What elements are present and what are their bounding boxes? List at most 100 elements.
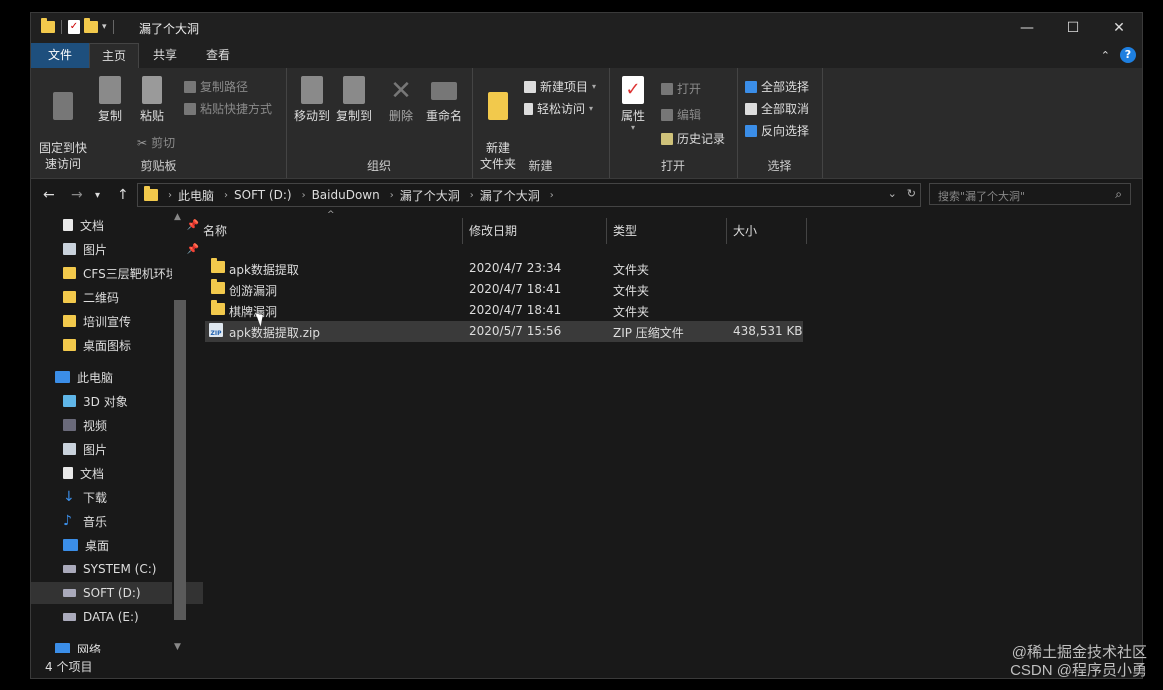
easy-access-button[interactable]: 轻松访问 ▾ bbox=[524, 100, 593, 117]
copy-path-icon bbox=[184, 80, 196, 93]
move-to-button[interactable]: 移动到 bbox=[292, 76, 332, 124]
file-row[interactable]: 棋牌漏洞 2020/4/7 18:41 文件夹 bbox=[205, 300, 803, 321]
file-row[interactable]: 创游漏洞 2020/4/7 18:41 文件夹 bbox=[205, 279, 803, 300]
watermark-line-2: CSDN @程序员小勇 bbox=[1010, 662, 1147, 679]
file-type: 文件夹 bbox=[613, 305, 650, 319]
paste-shortcut-icon bbox=[184, 102, 196, 115]
column-header-type[interactable]: 类型 bbox=[607, 218, 727, 244]
recent-locations-icon[interactable]: ▾ bbox=[95, 190, 100, 201]
scissors-icon: ✂ bbox=[137, 135, 148, 150]
file-row[interactable]: ZIP apk数据提取.zip 2020/5/7 15:56 ZIP 压缩文件 … bbox=[205, 321, 803, 342]
navigation-pane: 文档 📌 图片 📌 CFS三层靶机环境 二维码 培训宣传 桌面图标 此电脑 3D… bbox=[31, 210, 203, 657]
paste-icon bbox=[142, 76, 162, 104]
cut-button[interactable]: ✂ 剪切 bbox=[137, 134, 175, 151]
file-row[interactable]: apk数据提取 2020/4/7 23:34 文件夹 bbox=[205, 258, 803, 279]
nav-scrollbar-thumb[interactable] bbox=[174, 300, 186, 620]
history-button[interactable]: 历史记录 bbox=[661, 130, 725, 147]
column-header-name[interactable]: 名称 bbox=[197, 218, 463, 244]
copy-to-button[interactable]: 复制到 bbox=[334, 76, 374, 124]
window-title: 漏了个大洞 bbox=[139, 22, 200, 36]
open-button[interactable]: 打开 bbox=[661, 80, 701, 97]
paste-shortcut-button[interactable]: 粘贴快捷方式 bbox=[184, 100, 272, 117]
select-all-button[interactable]: 全部选择 bbox=[745, 78, 809, 95]
zip-archive-icon: ZIP bbox=[209, 323, 223, 337]
maximize-button[interactable]: ☐ bbox=[1050, 13, 1096, 43]
column-header-size[interactable]: 大小 bbox=[727, 218, 807, 244]
breadcrumb-folder-1[interactable]: 漏了个大洞 bbox=[400, 187, 460, 204]
new-item-button[interactable]: 新建项目 ▾ bbox=[524, 78, 596, 95]
watermark: @稀土掘金技术社区 CSDN @程序员小勇 bbox=[1010, 644, 1147, 680]
breadcrumb-baidudown[interactable]: BaiduDown bbox=[312, 188, 380, 202]
properties-button[interactable]: ✓ 属性 ▾ bbox=[617, 76, 649, 132]
close-button[interactable]: ✕ bbox=[1096, 13, 1142, 43]
breadcrumb-this-pc[interactable]: 此电脑 bbox=[178, 187, 214, 204]
file-name: apk数据提取 bbox=[229, 263, 299, 277]
navigation-bar: ← → ▾ ↑ › 此电脑 › SOFT (D:) › BaiduDown › … bbox=[31, 180, 1142, 210]
open-icon bbox=[661, 82, 673, 95]
open-group-label: 打开 bbox=[660, 159, 685, 173]
tab-view[interactable]: 查看 bbox=[194, 43, 242, 68]
address-dropdown-icon[interactable]: ⌄ bbox=[888, 187, 897, 200]
file-size: 438,531 KB bbox=[733, 324, 803, 338]
delete-button[interactable]: ✕ 删除 bbox=[386, 76, 416, 124]
refresh-icon[interactable]: ↻ bbox=[907, 187, 916, 200]
qa-dropdown-icon[interactable]: ▾ bbox=[102, 22, 107, 32]
download-arrow-icon: ↓ bbox=[63, 489, 75, 505]
new-item-icon bbox=[524, 80, 536, 93]
tab-home[interactable]: 主页 bbox=[89, 43, 140, 68]
drive-icon bbox=[63, 565, 76, 573]
explorer-window: ✓ ▾ 漏了个大洞 — ☐ ✕ 文件 主页 共享 查看 ⌃ ? 固定到快 速访问 bbox=[30, 12, 1143, 679]
select-none-icon bbox=[745, 102, 757, 115]
item-count: 4 个项目 bbox=[45, 660, 93, 674]
address-bar[interactable]: › 此电脑 › SOFT (D:) › BaiduDown › 漏了个大洞 › … bbox=[137, 183, 921, 207]
delete-x-icon: ✕ bbox=[390, 76, 412, 106]
search-icon: ⌕ bbox=[1115, 187, 1122, 201]
select-all-icon bbox=[745, 80, 757, 93]
nav-scrollbar[interactable]: ▲ ▼ bbox=[172, 210, 186, 655]
new-folder-icon bbox=[488, 92, 508, 120]
organize-group: 移动到 复制到 ✕ 删除 重命名 组织 bbox=[286, 68, 473, 178]
music-note-icon: ♪ bbox=[63, 513, 72, 529]
new-folder-qa-icon[interactable] bbox=[84, 18, 98, 33]
rename-button[interactable]: 重命名 bbox=[422, 76, 466, 124]
pictures-icon bbox=[63, 243, 76, 255]
file-type: 文件夹 bbox=[613, 284, 650, 298]
move-to-icon bbox=[301, 76, 323, 104]
rename-icon bbox=[431, 82, 457, 100]
paste-button[interactable]: 粘贴 bbox=[135, 76, 169, 124]
invert-selection-button[interactable]: 反向选择 bbox=[745, 122, 809, 139]
computer-icon bbox=[55, 371, 70, 383]
folder-icon bbox=[211, 258, 225, 273]
copy-path-button[interactable]: 复制路径 bbox=[184, 78, 248, 95]
search-input[interactable]: 搜索"漏了个大洞" bbox=[938, 188, 1025, 204]
properties-qa-icon[interactable]: ✓ bbox=[68, 20, 80, 34]
ribbon-tabs: 文件 主页 共享 查看 ⌃ ? bbox=[31, 43, 1142, 68]
new-group-label: 新建 bbox=[528, 159, 553, 173]
edit-button[interactable]: 编辑 bbox=[661, 106, 701, 123]
status-bar: 4 个项目 bbox=[31, 653, 1142, 678]
breadcrumb-soft-d[interactable]: SOFT (D:) bbox=[234, 188, 292, 202]
forward-arrow-icon[interactable]: → bbox=[71, 187, 83, 203]
tab-share[interactable]: 共享 bbox=[141, 43, 189, 68]
back-arrow-icon[interactable]: ← bbox=[43, 187, 55, 203]
search-box[interactable]: 搜索"漏了个大洞" ⌕ bbox=[929, 183, 1131, 205]
column-header-modified[interactable]: 修改日期 bbox=[463, 218, 607, 244]
folder-icon bbox=[63, 291, 76, 303]
nav-item-this-pc[interactable]: 此电脑 bbox=[31, 366, 195, 388]
clipboard-group-label: 剪贴板 bbox=[140, 159, 177, 173]
copy-button[interactable]: 复制 bbox=[93, 76, 127, 124]
help-icon[interactable]: ? bbox=[1120, 47, 1136, 63]
file-modified: 2020/4/7 18:41 bbox=[469, 303, 562, 317]
folder-icon bbox=[211, 300, 225, 315]
up-arrow-icon[interactable]: ↑ bbox=[117, 187, 129, 203]
tab-file[interactable]: 文件 bbox=[31, 43, 89, 68]
document-icon bbox=[63, 467, 73, 479]
minimize-button[interactable]: — bbox=[1004, 13, 1050, 43]
scroll-down-icon[interactable]: ▼ bbox=[174, 642, 181, 652]
collapse-ribbon-icon[interactable]: ⌃ bbox=[1101, 49, 1110, 62]
breadcrumb-folder-2[interactable]: 漏了个大洞 bbox=[480, 187, 540, 204]
organize-group-label: 组织 bbox=[366, 159, 391, 173]
select-none-button[interactable]: 全部取消 bbox=[745, 100, 809, 117]
scroll-up-icon[interactable]: ▲ bbox=[174, 212, 181, 222]
folder-icon bbox=[63, 339, 76, 351]
